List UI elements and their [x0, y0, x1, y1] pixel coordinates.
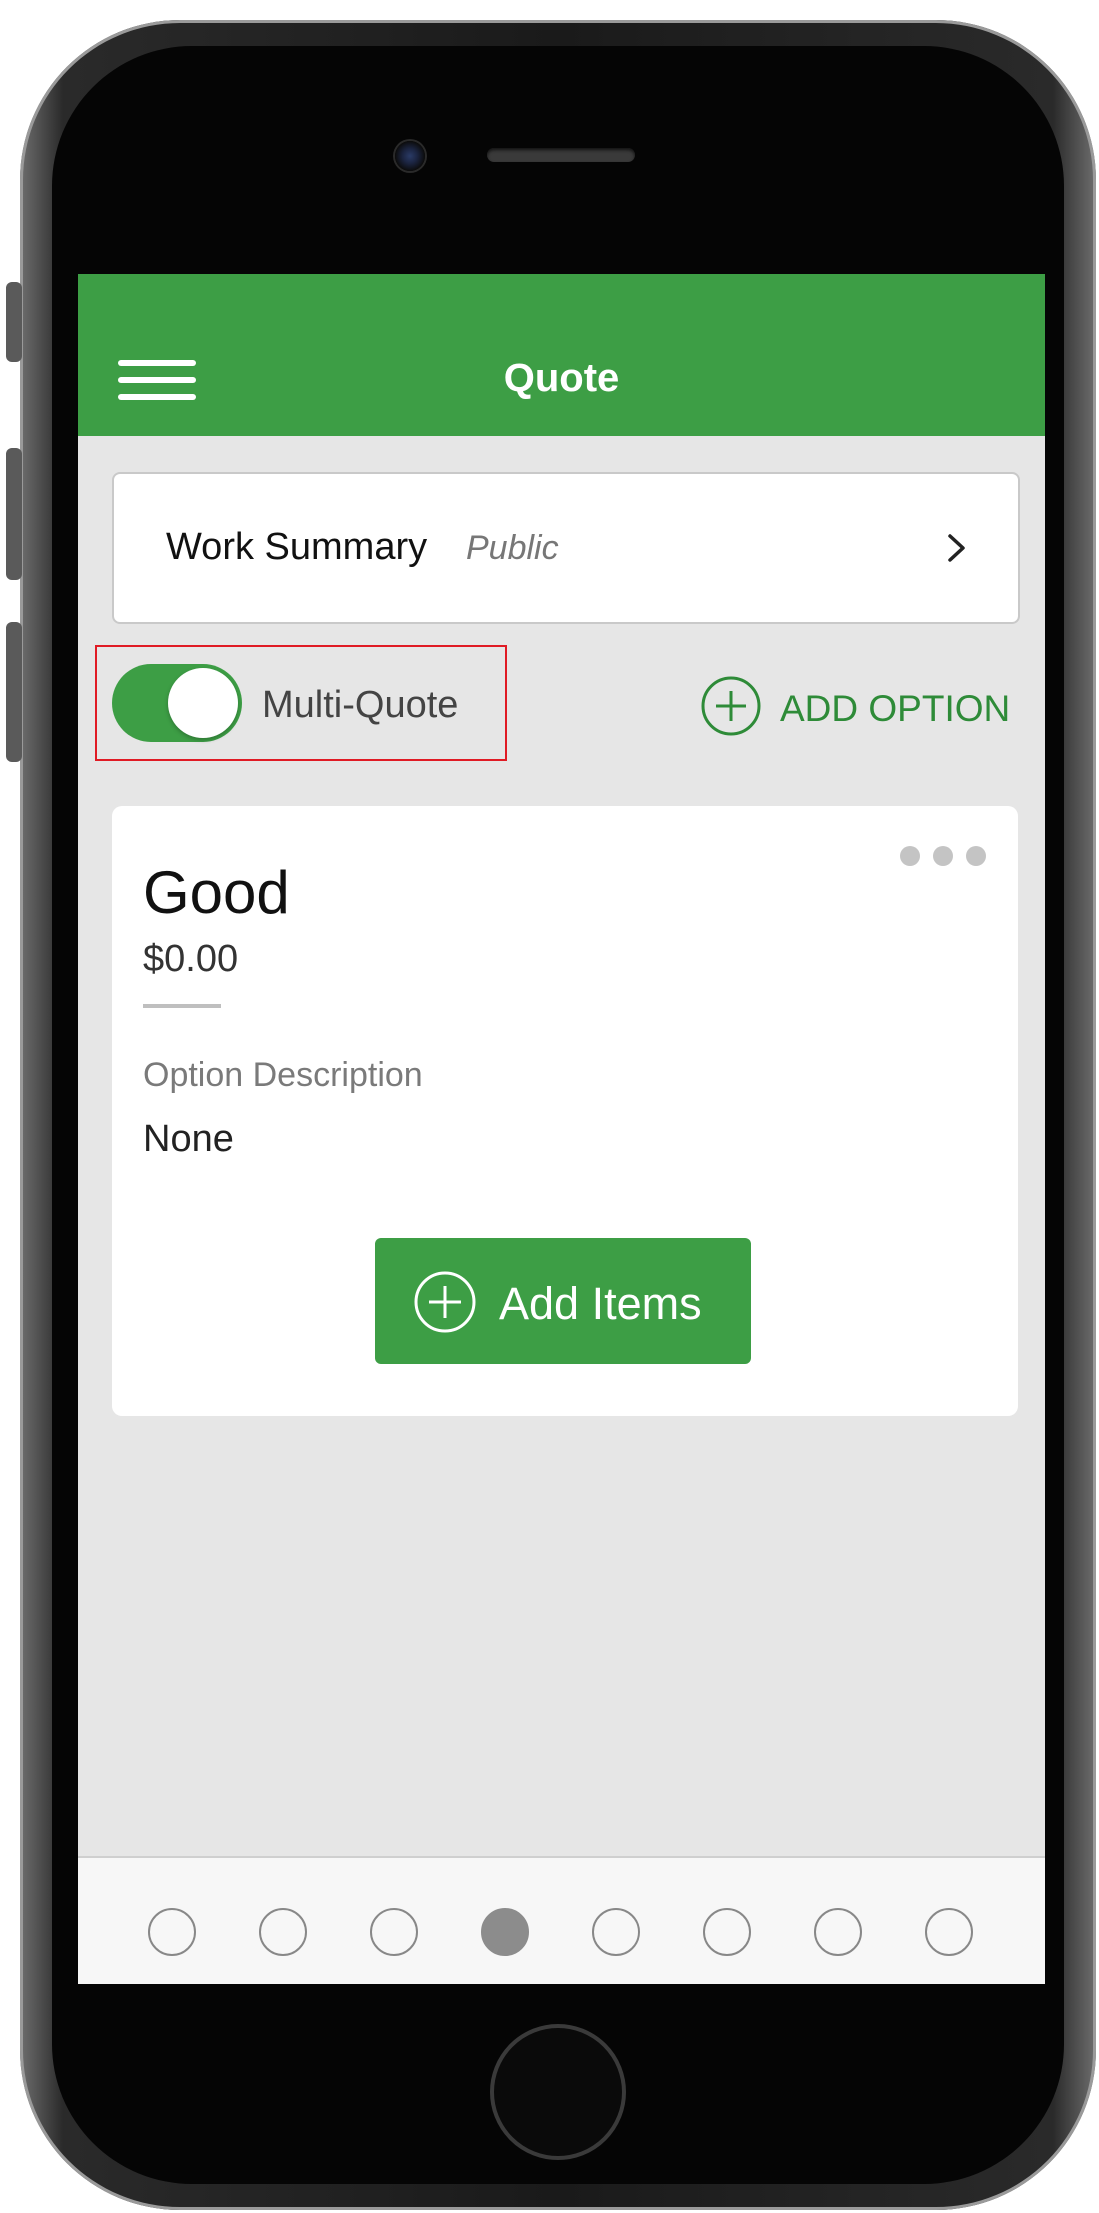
- option-description-value: None: [143, 1118, 234, 1160]
- add-items-label: Add Items: [499, 1278, 702, 1329]
- add-option-label: ADD OPTION: [780, 688, 1011, 729]
- front-camera-icon: [395, 141, 425, 171]
- divider: [143, 1004, 221, 1008]
- option-card: Good $0.00 Option Description None Add I…: [112, 806, 1018, 1416]
- more-horizontal-icon[interactable]: [898, 844, 988, 868]
- add-items-button[interactable]: Add Items: [375, 1238, 751, 1364]
- volume-down-button: [6, 622, 22, 762]
- page-dot[interactable]: [259, 1908, 307, 1956]
- page-title: Quote: [503, 356, 620, 400]
- work-summary-row[interactable]: Work Summary Public: [112, 472, 1020, 624]
- work-summary-label: Work Summary: [166, 526, 428, 568]
- add-option-button[interactable]: ADD OPTION: [700, 674, 1030, 738]
- option-price: $0.00: [143, 938, 239, 980]
- multi-quote-label: Multi-Quote: [262, 684, 459, 726]
- multi-quote-toggle[interactable]: [112, 664, 242, 742]
- earpiece-speaker: [487, 148, 635, 162]
- page-dot[interactable]: [592, 1908, 640, 1956]
- app-screen: Quote Work Summary Public Multi-Quote AD…: [78, 274, 1045, 1984]
- navigation-bar: Quote: [78, 274, 1045, 436]
- volume-up-button: [6, 448, 22, 580]
- page-dot[interactable]: [925, 1908, 973, 1956]
- plus-circle-icon: [414, 1271, 476, 1333]
- visibility-tag: Public: [466, 529, 559, 567]
- page-indicator: [78, 1856, 1045, 1984]
- page-dot[interactable]: [148, 1908, 196, 1956]
- page-dot[interactable]: [481, 1908, 529, 1956]
- page-dot[interactable]: [703, 1908, 751, 1956]
- option-name: Good: [143, 859, 290, 926]
- toggle-knob: [168, 668, 238, 738]
- chevron-right-icon: [948, 534, 965, 562]
- mute-switch: [6, 282, 22, 362]
- page-dot[interactable]: [814, 1908, 862, 1956]
- option-description-label: Option Description: [143, 1056, 423, 1094]
- page-dot[interactable]: [370, 1908, 418, 1956]
- plus-circle-icon: [701, 676, 761, 736]
- home-button[interactable]: [490, 2024, 626, 2160]
